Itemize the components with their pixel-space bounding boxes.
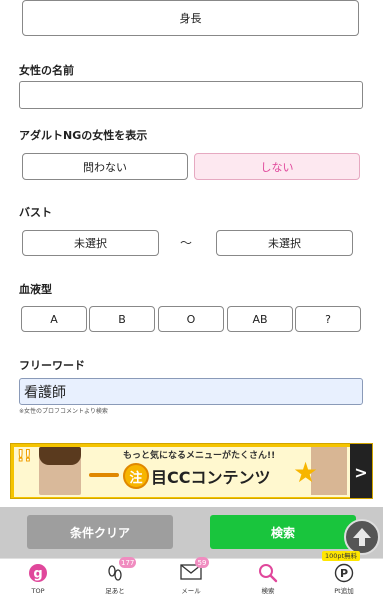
banner-subtitle: もっと気になるメニューがたくさん!! xyxy=(123,451,276,461)
search-icon xyxy=(259,564,278,583)
g-logo-icon: g xyxy=(29,564,47,582)
scroll-to-top-button[interactable] xyxy=(344,519,380,555)
blood-type-ab-button[interactable]: AB xyxy=(227,306,293,332)
contents-banner[interactable]: !! もっと気になるメニューがたくさん!! 注 目CCコンテンツ ★ > xyxy=(10,443,373,499)
svg-text:P: P xyxy=(340,567,348,580)
svg-text:g: g xyxy=(33,567,42,582)
tab-label-mail: メール xyxy=(181,587,201,595)
free-word-input[interactable]: 看護師 xyxy=(19,378,363,405)
arrow-up-icon xyxy=(353,528,371,546)
tab-add-points[interactable]: P Pt追加 xyxy=(306,559,382,595)
tab-label-search: 検索 xyxy=(261,587,275,595)
banner-title: 目CCコンテンツ xyxy=(151,468,271,487)
bust-label: バスト xyxy=(19,206,52,219)
clear-conditions-button[interactable]: 条件クリア xyxy=(27,515,173,549)
free-word-note: ※女性のプロフコメントより検索 xyxy=(19,408,108,415)
banner-badge: 注 xyxy=(123,463,149,489)
tab-mail[interactable]: 59 メール xyxy=(153,557,229,595)
free-word-label: フリーワード xyxy=(19,359,85,372)
mail-count-badge: 59 xyxy=(195,557,209,568)
star-icon: ★ xyxy=(293,456,319,489)
adult-ng-label: アダルトNGの女性を表示 xyxy=(19,129,148,142)
blood-type-o-button[interactable]: O xyxy=(158,306,224,332)
tab-label-points: Pt追加 xyxy=(334,587,354,595)
range-separator: 〜 xyxy=(180,236,193,250)
bust-min-select[interactable]: 未選択 xyxy=(22,230,159,256)
tab-top[interactable]: g TOP xyxy=(0,559,76,595)
tab-footprints[interactable]: 177 足あと xyxy=(77,557,153,595)
blood-type-b-button[interactable]: B xyxy=(89,306,155,332)
blood-type-label: 血液型 xyxy=(19,283,52,296)
banner-exclaim: !! xyxy=(17,446,33,466)
points-icon: P xyxy=(334,563,354,583)
banner-dash xyxy=(89,473,119,477)
bust-max-select[interactable]: 未選択 xyxy=(216,230,353,256)
tab-label-top: TOP xyxy=(31,587,45,595)
tab-search[interactable]: 検索 xyxy=(230,559,306,595)
name-input[interactable] xyxy=(19,81,363,109)
adult-ng-hide-button[interactable]: しない xyxy=(194,153,360,180)
height-select-button[interactable]: 身長 xyxy=(22,0,359,36)
search-button[interactable]: 検索 xyxy=(210,515,356,549)
tab-label-footprints: 足あと xyxy=(105,587,125,595)
blood-type-unknown-button[interactable]: ? xyxy=(295,306,361,332)
adult-ng-any-button[interactable]: 問わない xyxy=(22,153,188,180)
free-points-badge: 100pt無料 xyxy=(322,551,361,561)
name-label: 女性の名前 xyxy=(19,64,74,77)
footprints-count-badge: 177 xyxy=(119,557,137,568)
blood-type-a-button[interactable]: A xyxy=(21,306,87,332)
bottom-tab-bar: g TOP 177 足あと 59 メール 検索 P Pt追加 xyxy=(0,557,383,595)
banner-next-button[interactable]: > xyxy=(350,444,372,498)
banner-photo-hair xyxy=(39,447,81,465)
